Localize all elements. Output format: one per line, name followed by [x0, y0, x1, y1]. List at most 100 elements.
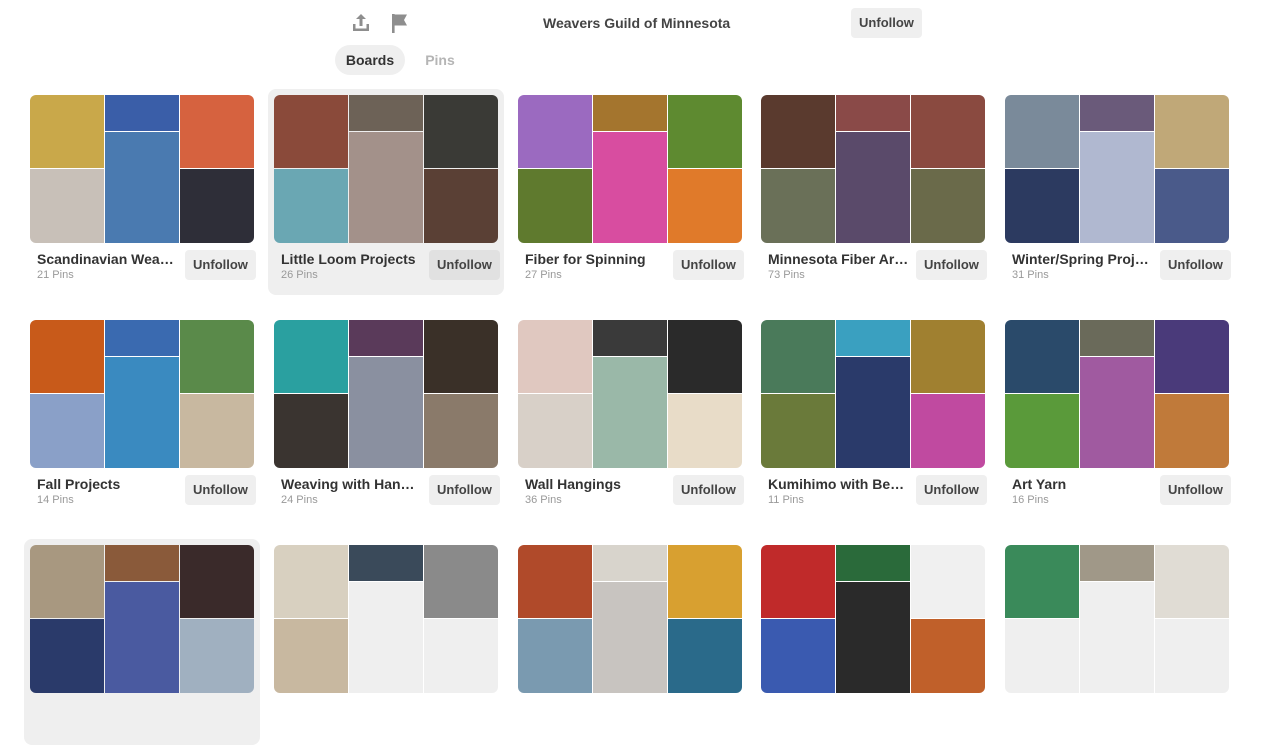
board-card[interactable]	[512, 539, 748, 745]
board-cover-image	[836, 582, 910, 693]
board-cover-image	[274, 320, 348, 393]
board-card[interactable]: Scandinavian Weaving 21 Pins Unfollow	[24, 89, 260, 295]
board-cover-image	[911, 320, 985, 393]
board-cover-image	[518, 394, 592, 468]
board-cover[interactable]	[761, 545, 985, 693]
board-card[interactable]	[755, 539, 991, 745]
board-cover-image	[1005, 95, 1079, 168]
board-cover-image	[105, 95, 179, 131]
board-card[interactable]	[24, 539, 260, 745]
board-cover-image	[105, 357, 179, 468]
board-card[interactable]: Wall Hangings 36 Pins Unfollow	[512, 314, 748, 520]
unfollow-board-button[interactable]: Unfollow	[185, 475, 256, 505]
board-cover-image	[1080, 95, 1154, 131]
board-cover-image	[1005, 619, 1079, 693]
board-card[interactable]: Fiber for Spinning 27 Pins Unfollow	[512, 89, 748, 295]
board-title: Weaving with Handspun	[281, 476, 423, 492]
board-card[interactable]: Art Yarn 16 Pins Unfollow	[999, 314, 1235, 520]
board-cover[interactable]	[30, 545, 254, 693]
board-pin-count: 27 Pins	[525, 269, 562, 281]
board-cover-image	[424, 320, 498, 393]
board-cover-image	[105, 132, 179, 243]
board-cover[interactable]	[1005, 320, 1229, 468]
board-cover-image	[424, 95, 498, 168]
board-cover-image	[30, 394, 104, 468]
board-pin-count: 36 Pins	[525, 494, 562, 506]
board-cover-image	[30, 320, 104, 393]
board-card[interactable]: Minnesota Fiber Artists 73 Pins Unfollow	[755, 89, 991, 295]
tab-pins[interactable]: Pins	[418, 45, 462, 75]
board-cover-image	[30, 619, 104, 693]
board-title: Fiber for Spinning	[525, 251, 646, 267]
unfollow-board-button[interactable]: Unfollow	[916, 250, 987, 280]
board-cover-image	[836, 320, 910, 356]
board-cover-image	[761, 394, 835, 468]
board-cover-image	[1005, 545, 1079, 618]
board-cover-image	[593, 582, 667, 693]
board-cover-image	[668, 95, 742, 168]
board-cover[interactable]	[30, 320, 254, 468]
board-card[interactable]	[999, 539, 1235, 745]
board-cover-image	[349, 357, 423, 468]
board-cover-image	[349, 132, 423, 243]
flag-icon[interactable]	[388, 11, 412, 35]
board-cover-image	[593, 132, 667, 243]
unfollow-board-button[interactable]: Unfollow	[673, 250, 744, 280]
board-cover-image	[911, 394, 985, 468]
board-cover-image	[836, 545, 910, 581]
board-card[interactable]: Little Loom Projects 26 Pins Unfollow	[268, 89, 504, 295]
board-title: Winter/Spring Projects	[1012, 251, 1154, 267]
board-cover-image	[274, 95, 348, 168]
unfollow-board-button[interactable]: Unfollow	[673, 475, 744, 505]
board-pin-count: 14 Pins	[37, 494, 74, 506]
board-cover[interactable]	[1005, 545, 1229, 693]
board-cover[interactable]	[30, 95, 254, 243]
board-cover-image	[668, 394, 742, 468]
board-cover[interactable]	[518, 320, 742, 468]
board-cover[interactable]	[1005, 95, 1229, 243]
unfollow-board-button[interactable]: Unfollow	[1160, 250, 1231, 280]
unfollow-board-button[interactable]: Unfollow	[429, 250, 500, 280]
board-cover-image	[518, 619, 592, 693]
board-card[interactable]: Fall Projects 14 Pins Unfollow	[24, 314, 260, 520]
board-title: Fall Projects	[37, 476, 121, 492]
board-card[interactable]: Kumihimo with Beads 11 Pins Unfollow	[755, 314, 991, 520]
board-cover[interactable]	[274, 95, 498, 243]
profile-header: Weavers Guild of Minnesota Unfollow Boar…	[0, 0, 1284, 80]
board-cover-image	[180, 619, 254, 693]
board-cover-image	[518, 169, 592, 243]
board-cover[interactable]	[274, 320, 498, 468]
tab-boards[interactable]: Boards	[335, 45, 405, 75]
board-cover[interactable]	[274, 545, 498, 693]
board-card[interactable]: Winter/Spring Projects 31 Pins Unfollow	[999, 89, 1235, 295]
board-cover-image	[349, 320, 423, 356]
board-cover-image	[1155, 95, 1229, 168]
board-cover-image	[836, 132, 910, 243]
board-pin-count: 24 Pins	[281, 494, 318, 506]
board-cover-image	[424, 545, 498, 618]
board-pin-count: 16 Pins	[1012, 494, 1049, 506]
board-cover[interactable]	[518, 545, 742, 693]
board-cover-image	[1155, 169, 1229, 243]
share-icon[interactable]	[349, 11, 373, 35]
board-cover-image	[911, 619, 985, 693]
board-cover-image	[105, 582, 179, 693]
board-cover-image	[1080, 545, 1154, 581]
board-cover-image	[518, 95, 592, 168]
board-card[interactable]	[268, 539, 504, 745]
unfollow-board-button[interactable]: Unfollow	[1160, 475, 1231, 505]
board-cover[interactable]	[761, 320, 985, 468]
board-cover-image	[180, 95, 254, 168]
board-card[interactable]: Weaving with Handspun 24 Pins Unfollow	[268, 314, 504, 520]
board-cover-image	[424, 619, 498, 693]
unfollow-profile-button[interactable]: Unfollow	[851, 8, 922, 38]
board-cover-image	[761, 619, 835, 693]
unfollow-board-button[interactable]: Unfollow	[429, 475, 500, 505]
board-cover-image	[105, 545, 179, 581]
board-cover[interactable]	[761, 95, 985, 243]
unfollow-board-button[interactable]: Unfollow	[916, 475, 987, 505]
board-cover-image	[105, 320, 179, 356]
board-cover-image	[668, 169, 742, 243]
unfollow-board-button[interactable]: Unfollow	[185, 250, 256, 280]
board-cover[interactable]	[518, 95, 742, 243]
